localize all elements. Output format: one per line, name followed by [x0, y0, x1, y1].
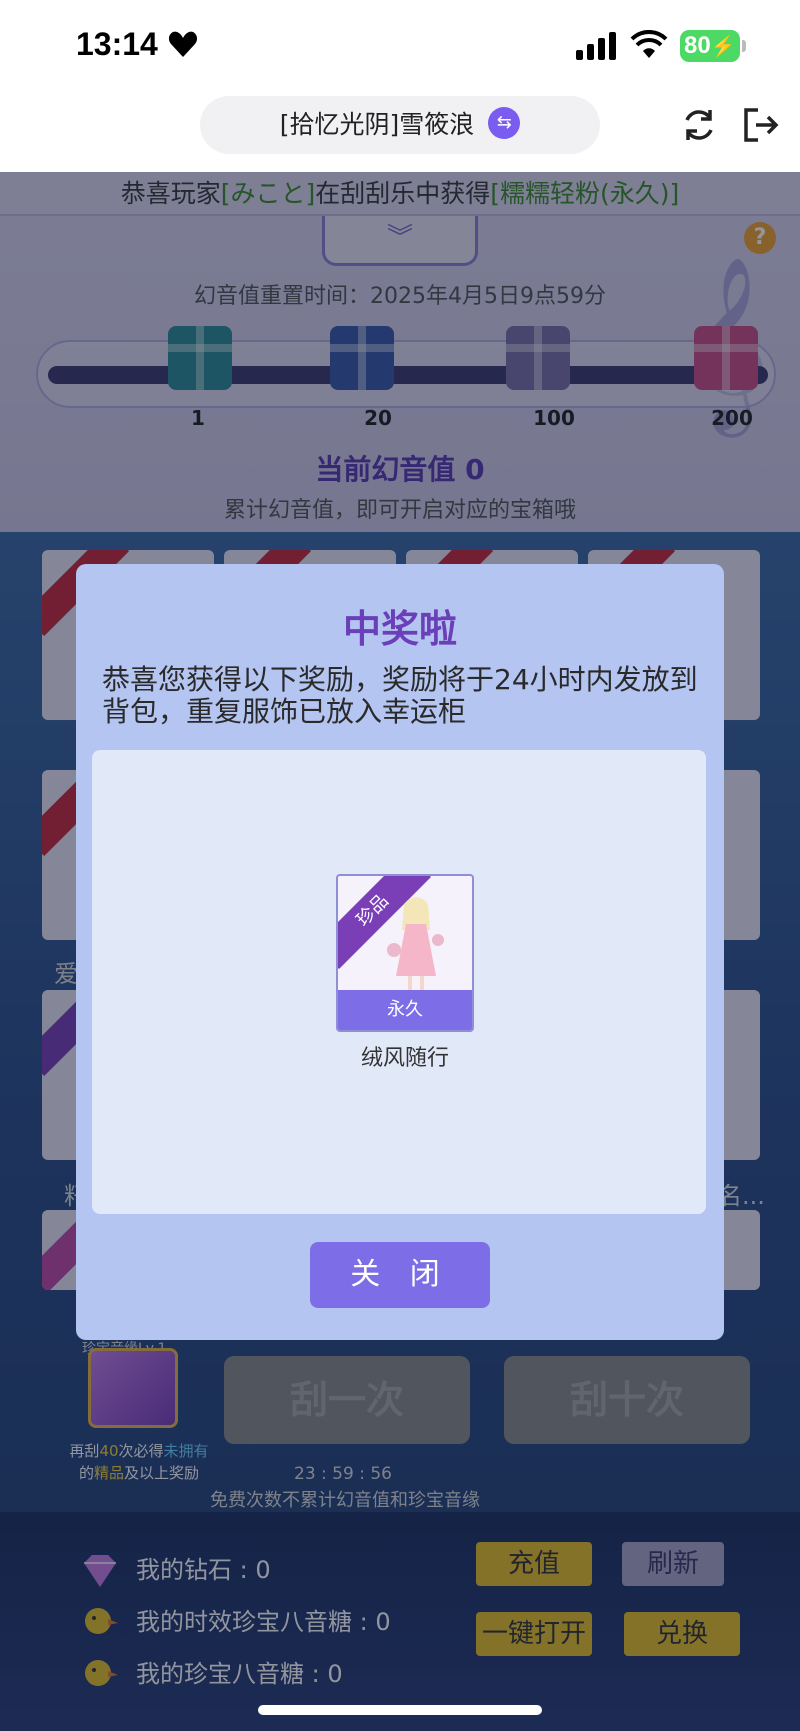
heart-icon	[168, 31, 198, 57]
reward-duration: 永久	[338, 990, 472, 1030]
status-bar: 13:14 80⚡	[0, 0, 800, 92]
modal-description: 恭喜您获得以下奖励，奖励将于24小时内发放到背包，重复服饰已放入幸运柜	[102, 663, 698, 728]
battery-indicator: 80⚡	[680, 30, 746, 62]
swap-icon[interactable]: ⇆	[488, 107, 521, 139]
exit-icon[interactable]	[742, 106, 780, 144]
close-button[interactable]: 关 闭	[310, 1242, 490, 1308]
refresh-icon[interactable]	[680, 106, 718, 144]
reward-modal: 中奖啦 恭喜您获得以下奖励，奖励将于24小时内发放到背包，重复服饰已放入幸运柜 …	[76, 564, 724, 1340]
status-time: 13:14	[76, 26, 158, 62]
modal-title: 中奖啦	[342, 607, 457, 651]
browser-nav: [拾忆光阴]雪筱浪 ⇆	[0, 92, 800, 172]
page-title: [拾忆光阴]雪筱浪	[279, 110, 475, 139]
home-indicator	[258, 1705, 542, 1715]
battery-level: 80	[684, 32, 711, 59]
reward-list: 珍品 永久 绒风随行	[92, 750, 706, 1214]
reward-item-card[interactable]: 珍品 永久	[336, 874, 474, 1032]
outfit-image	[387, 897, 444, 992]
wifi-icon	[630, 30, 668, 58]
page-title-pill[interactable]: [拾忆光阴]雪筱浪 ⇆	[200, 96, 600, 154]
reward-name: 绒风随行	[360, 1046, 449, 1071]
signal-icon	[576, 32, 616, 60]
